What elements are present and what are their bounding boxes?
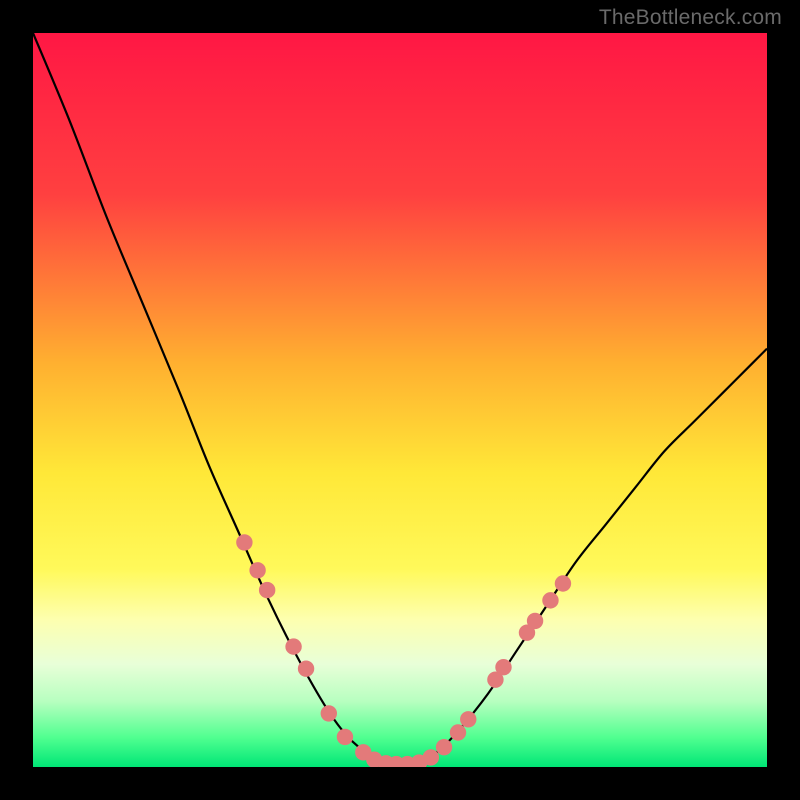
gradient-background <box>33 33 767 767</box>
data-point-marker <box>259 582 275 598</box>
chart-svg <box>33 33 767 767</box>
data-point-marker <box>436 739 452 755</box>
data-point-marker <box>527 613 543 629</box>
chart-container: { "watermark": "TheBottleneck.com", "cha… <box>0 0 800 800</box>
data-point-marker <box>236 534 252 550</box>
watermark-text: TheBottleneck.com <box>599 6 782 30</box>
data-point-marker <box>460 711 476 727</box>
data-point-marker <box>337 729 353 745</box>
data-point-marker <box>555 575 571 591</box>
data-point-marker <box>450 724 466 740</box>
data-point-marker <box>298 660 314 676</box>
data-point-marker <box>285 638 301 654</box>
data-point-marker <box>249 562 265 578</box>
data-point-marker <box>321 705 337 721</box>
data-point-marker <box>542 592 558 608</box>
chart-plot-area <box>33 33 767 767</box>
data-point-marker <box>423 749 439 765</box>
data-point-marker <box>495 659 511 675</box>
